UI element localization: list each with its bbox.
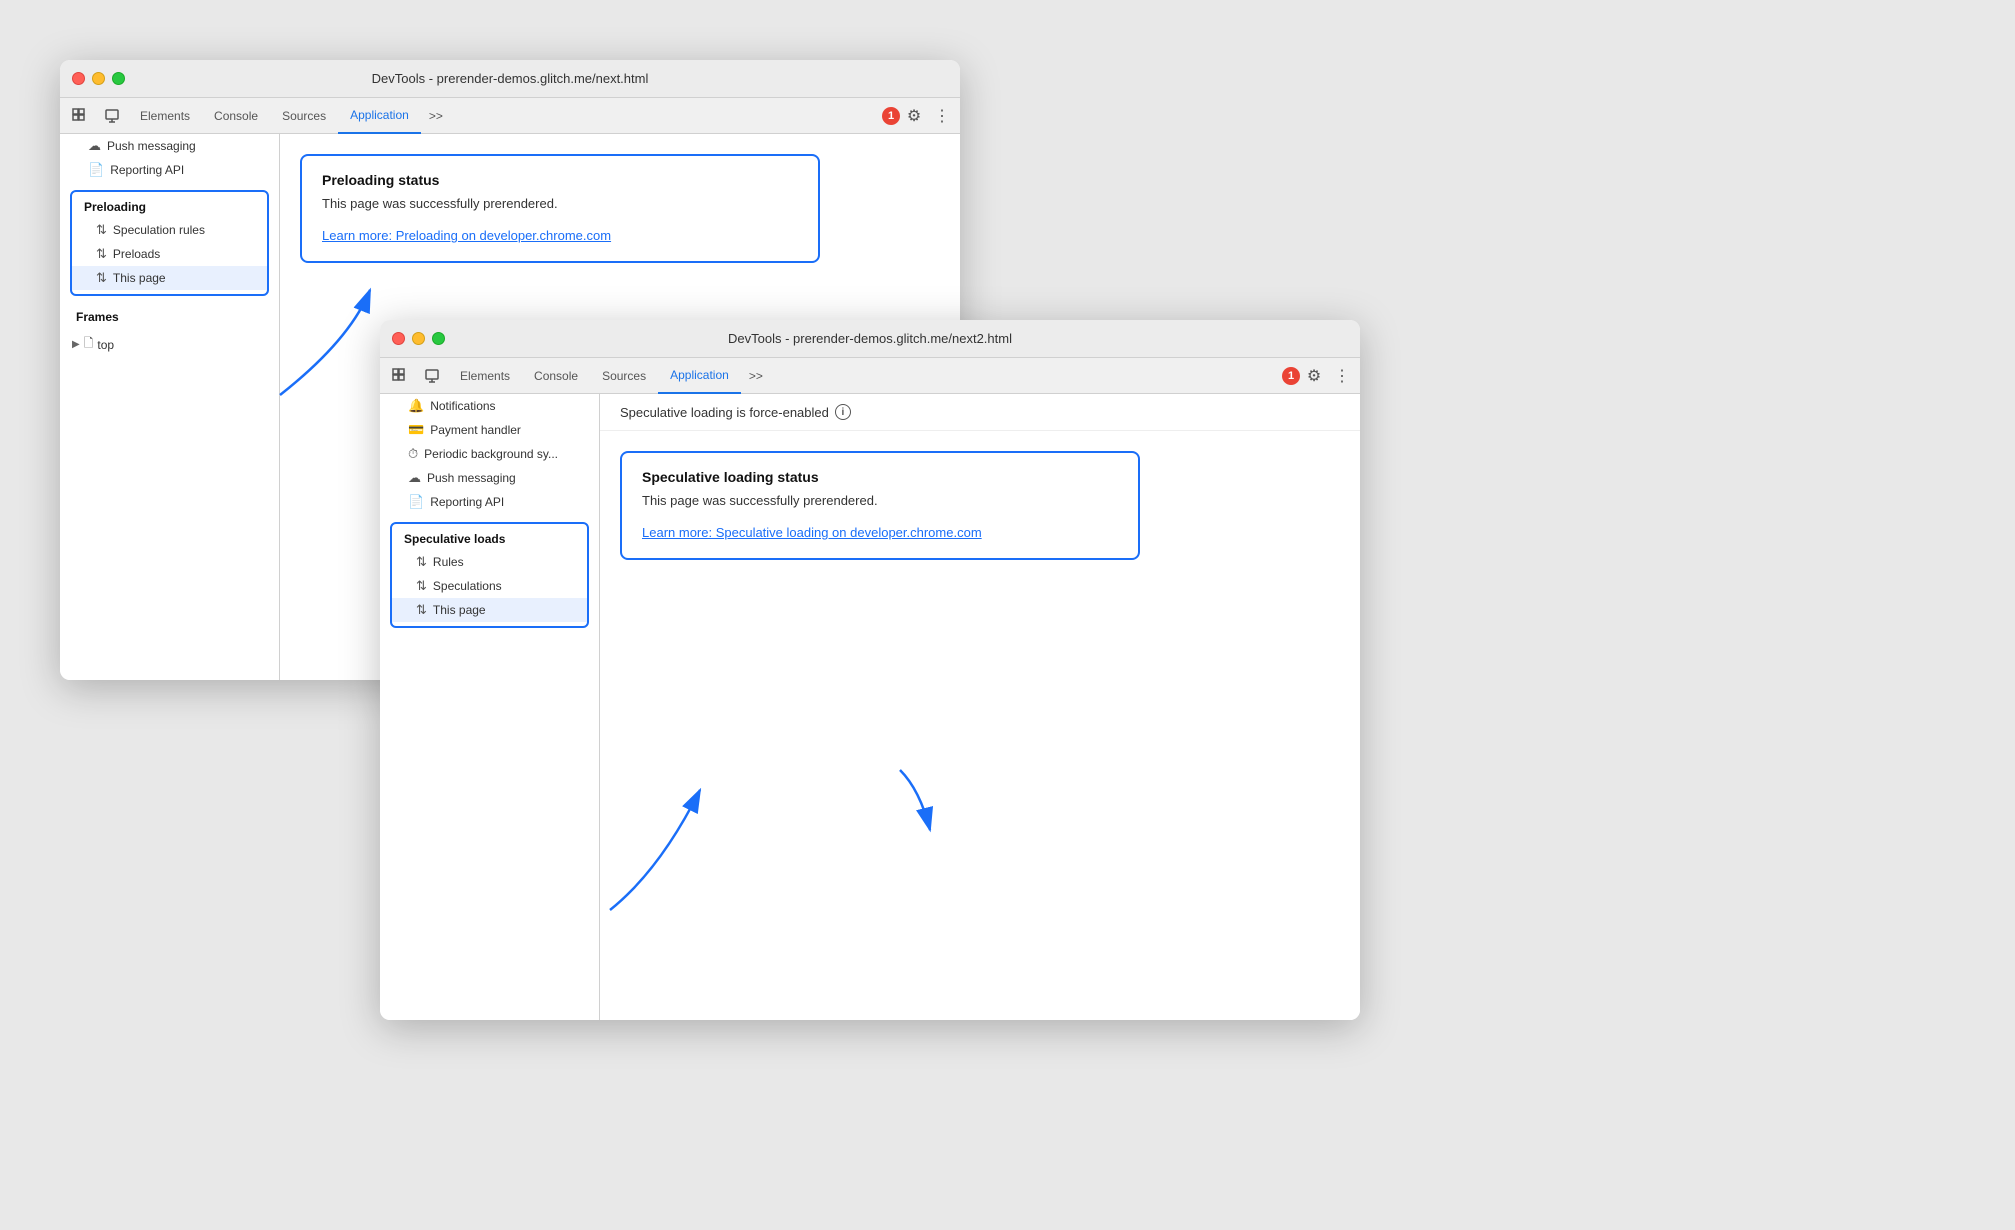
tab-bar-2: Elements Console Sources Application >> … [380,358,1360,394]
frames-top-toggle-1[interactable]: ▶ 🗋 top [60,330,279,359]
push-messaging-icon-1: ☁ [88,138,101,154]
sidebar-speculations-2[interactable]: ⇅ Speculations [392,574,587,598]
sidebar-preloads-1[interactable]: ⇅ Preloads [72,242,267,266]
spec-status-desc-2: This page was successfully prerendered. [642,493,1118,508]
tab-console-1[interactable]: Console [202,98,270,134]
payment-icon-2: 💳 [408,422,424,438]
this-page-icon-1: ⇅ [96,270,107,286]
spec-status-title-2: Speculative loading status [642,469,1118,485]
tab-sources-1[interactable]: Sources [270,98,338,134]
sidebar-item-reporting-2[interactable]: 📄 Reporting API [380,490,599,514]
cursor-icon-1[interactable] [64,100,96,132]
sidebar-this-page-2[interactable]: ⇅ This page [392,598,587,622]
error-count-1: 1 [882,107,900,125]
traffic-lights-1 [72,72,125,85]
spec-status-link-2[interactable]: Learn more: Speculative loading on devel… [642,525,982,540]
reporting-api-icon-1: 📄 [88,162,104,178]
tab-more-1[interactable]: >> [421,103,451,129]
tab-application-1[interactable]: Application [338,98,421,134]
inspector-icon-1[interactable] [96,100,128,132]
cursor-icon-2[interactable] [384,360,416,392]
reporting-icon-2: 📄 [408,494,424,510]
tab-elements-2[interactable]: Elements [448,358,522,394]
devtools-window-2: DevTools - prerender-demos.glitch.me/nex… [380,320,1360,1020]
preloading-header-1: Preloading [72,196,267,218]
chevron-right-icon-1: ▶ [72,339,80,350]
info-bar-2: Speculative loading is force-enabled i [600,394,1360,431]
gear-icon-1[interactable]: ⚙ [900,102,928,130]
traffic-lights-2 [392,332,445,345]
minimize-button-2[interactable] [412,332,425,345]
titlebar-2: DevTools - prerender-demos.glitch.me/nex… [380,320,1360,358]
main-panel-2: Speculative loading is force-enabled i S… [600,394,1360,1020]
error-badge-1: 1 [882,107,900,125]
preloading-status-desc-1: This page was successfully prerendered. [322,196,798,211]
inspector-icon-2[interactable] [416,360,448,392]
window-title-1: DevTools - prerender-demos.glitch.me/nex… [372,71,649,86]
close-button-2[interactable] [392,332,405,345]
gear-icon-2[interactable]: ⚙ [1300,362,1328,390]
sidebar-rules-2[interactable]: ⇅ Rules [392,550,587,574]
tab-console-2[interactable]: Console [522,358,590,394]
sidebar-2: 🔔 Notifications 💳 Payment handler ⏱ Peri… [380,394,600,1020]
rules-icon-2: ⇅ [416,554,427,570]
sidebar-item-push-2[interactable]: ☁ Push messaging [380,466,599,490]
speculation-rules-icon-1: ⇅ [96,222,107,238]
tab-application-2[interactable]: Application [658,358,741,394]
preloads-icon-1: ⇅ [96,246,107,262]
spec-loads-section-box-2: Speculative loads ⇅ Rules ⇅ Speculations… [390,522,589,628]
sidebar-speculation-rules-1[interactable]: ⇅ Speculation rules [72,218,267,242]
periodic-icon-2: ⏱ [408,446,418,462]
close-button-1[interactable] [72,72,85,85]
spec-status-box-2: Speculative loading status This page was… [620,451,1140,560]
frames-top-icon-1: 🗋 [84,334,94,355]
tab-elements-1[interactable]: Elements [128,98,202,134]
push-icon-2: ☁ [408,470,421,486]
frames-header-1: Frames [60,304,279,330]
maximize-button-2[interactable] [432,332,445,345]
preloading-section-box-1: Preloading ⇅ Speculation rules ⇅ Preload… [70,190,269,296]
preloading-status-title-1: Preloading status [322,172,798,188]
window-title-2: DevTools - prerender-demos.glitch.me/nex… [728,331,1012,346]
sidebar-1: ☁ Push messaging 📄 Reporting API Preload… [60,134,280,680]
devtools-body-2: 🔔 Notifications 💳 Payment handler ⏱ Peri… [380,394,1360,1020]
preloading-status-link-1[interactable]: Learn more: Preloading on developer.chro… [322,228,611,243]
main-content-2: Speculative loading status This page was… [600,431,1360,1020]
titlebar-1: DevTools - prerender-demos.glitch.me/nex… [60,60,960,98]
tab-sources-2[interactable]: Sources [590,358,658,394]
sidebar-item-periodic-2[interactable]: ⏱ Periodic background sy... [380,442,599,466]
maximize-button-1[interactable] [112,72,125,85]
sidebar-item-push-messaging-1[interactable]: ☁ Push messaging [60,134,279,158]
minimize-button-1[interactable] [92,72,105,85]
notifications-icon-2: 🔔 [408,398,424,414]
tab-more-2[interactable]: >> [741,363,771,389]
preloading-status-box-1: Preloading status This page was successf… [300,154,820,263]
sidebar-item-notifications-2[interactable]: 🔔 Notifications [380,394,599,418]
more-options-icon-2[interactable]: ⋮ [1328,362,1356,390]
this-page-icon-2: ⇅ [416,602,427,618]
info-icon-2: i [835,404,851,420]
frames-section-1: Frames ▶ 🗋 top [60,304,279,359]
sidebar-item-payment-2[interactable]: 💳 Payment handler [380,418,599,442]
error-badge-2: 1 [1282,367,1300,385]
sidebar-item-reporting-api-1[interactable]: 📄 Reporting API [60,158,279,182]
error-count-2: 1 [1282,367,1300,385]
tab-bar-1: Elements Console Sources Application >> … [60,98,960,134]
spec-loads-header-2: Speculative loads [392,528,587,550]
speculations-icon-2: ⇅ [416,578,427,594]
more-options-icon-1[interactable]: ⋮ [928,102,956,130]
sidebar-this-page-1[interactable]: ⇅ This page [72,266,267,290]
